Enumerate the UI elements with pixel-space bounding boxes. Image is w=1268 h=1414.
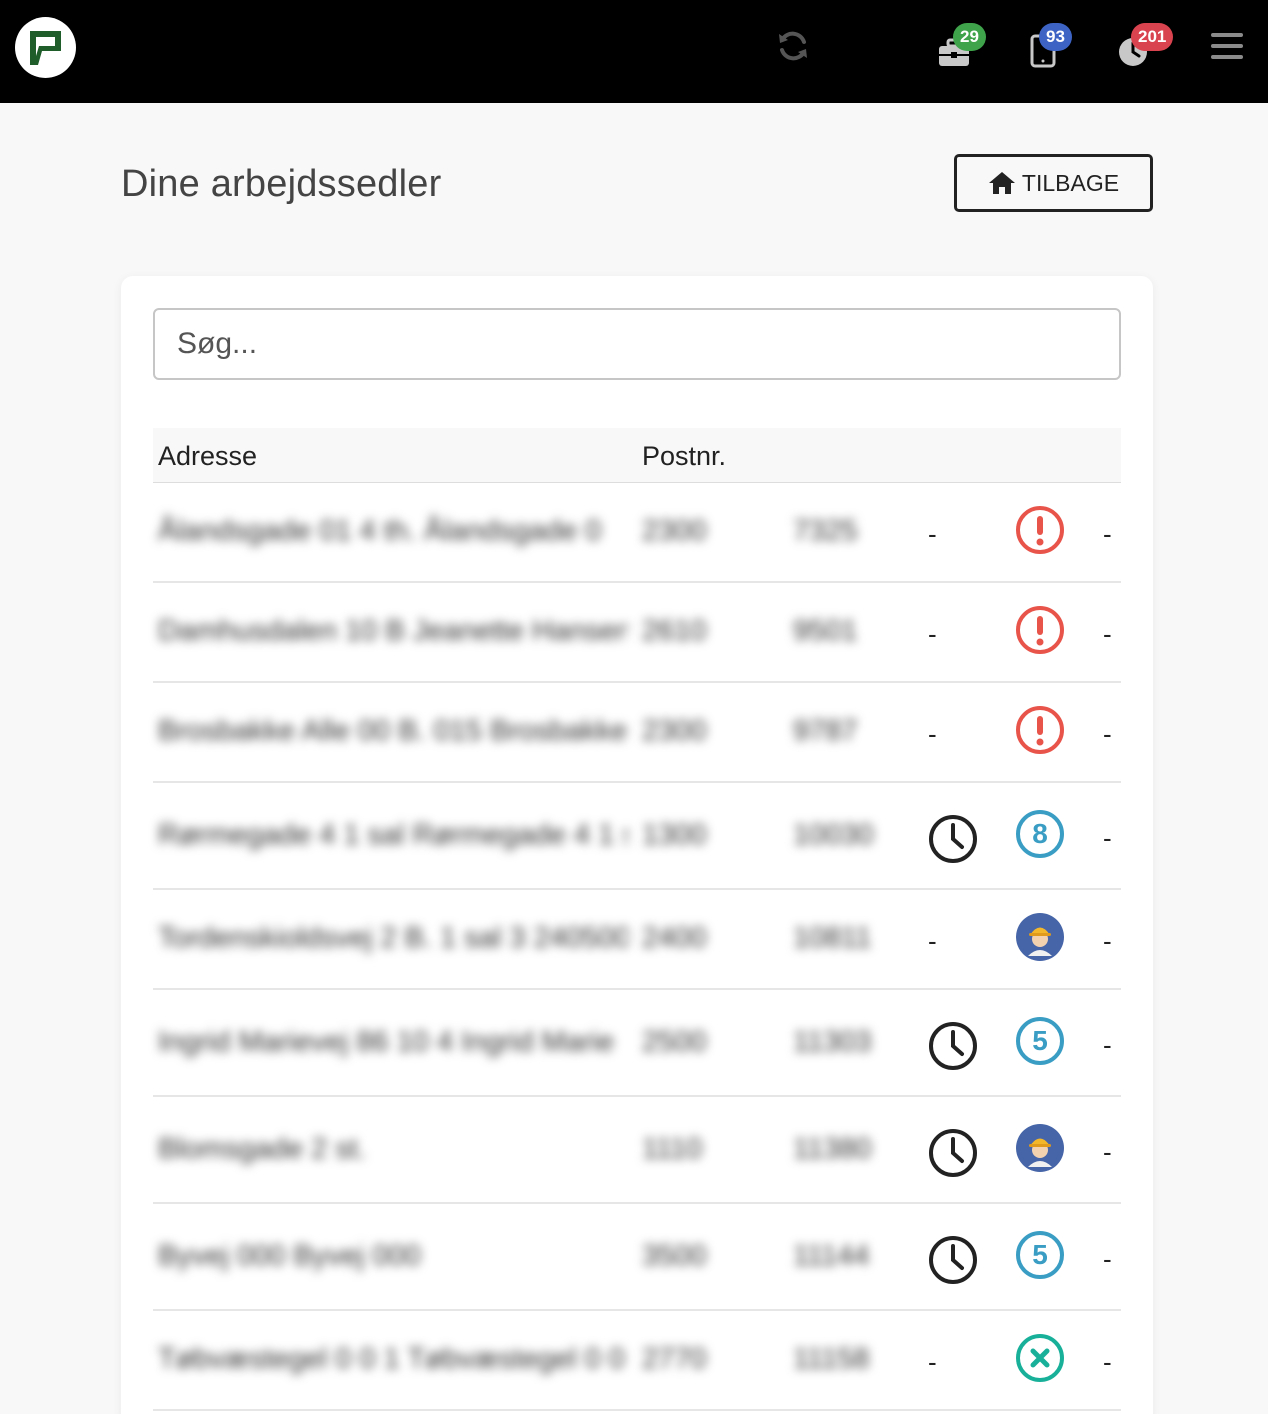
row-postnr: 2400	[642, 922, 707, 954]
clock-icon	[928, 1235, 978, 1290]
row-number: 11303	[793, 1025, 872, 1058]
row-number: 10811	[793, 922, 872, 954]
row-postnr: 1300	[642, 818, 707, 851]
row-time: -	[928, 926, 937, 956]
status-count: 5	[1032, 1238, 1048, 1270]
page-title: Dine arbejdssedler	[121, 163, 442, 205]
row-number: 11158	[793, 1343, 870, 1375]
count-badge-icon[interactable]: 8	[1015, 809, 1065, 864]
row-address: Tøbvæstegel 0 0 1 Tøbvæstegel 0 0 1	[158, 1343, 628, 1375]
alert-icon[interactable]	[1015, 605, 1065, 660]
count-badge-icon[interactable]: 5	[1015, 1230, 1065, 1285]
row-number: 11144	[793, 1239, 870, 1272]
alert-icon[interactable]	[1015, 705, 1065, 760]
back-button-label: TILBAGE	[1021, 169, 1120, 196]
row-postnr: 2770	[642, 1343, 707, 1375]
back-button[interactable]: TILBAGE	[954, 154, 1153, 212]
row-extra: -	[1103, 1243, 1112, 1274]
app-logo[interactable]	[15, 17, 76, 78]
column-header-address[interactable]: Adresse	[158, 441, 257, 472]
top-navbar: 29 93 201	[0, 0, 1268, 103]
row-address: Ingrid Marievej 86 10 4 Ingrid Marie	[158, 1025, 615, 1058]
row-postnr: 2610	[642, 615, 707, 647]
table-row[interactable]: Rørmegade 4 1 sal Rørmegade 4 1 sal 1300 1…	[153, 783, 1121, 890]
table-row[interactable]: Tordenskioldsvej 2 B. 1 sal 3 24050001 24…	[153, 890, 1121, 990]
row-number: 11380	[793, 1132, 872, 1165]
row-number: 7325	[793, 515, 858, 547]
clock-icon	[928, 1128, 978, 1183]
clock-icon	[928, 814, 978, 869]
table-row[interactable]: Blomsgade 2 st. 1110 11380 -	[153, 1097, 1121, 1204]
count-badge-icon[interactable]: 5	[1015, 1016, 1065, 1071]
table-row[interactable]: Tøbvæstegel 0 0 1 Tøbvæstegel 0 0 1 2770 1…	[153, 1311, 1121, 1411]
row-time: -	[928, 719, 937, 749]
logo-mark-icon	[30, 31, 61, 65]
briefcase-badge: 29	[953, 23, 986, 51]
table-row[interactable]: Brosbakke Alle 00 B. 015 Brosbakke 2300 97…	[153, 683, 1121, 783]
row-extra: -	[1103, 1029, 1112, 1060]
table-row[interactable]: Damhusdalen 10 B Jeanette Hansen 2610 9501…	[153, 583, 1121, 683]
row-postnr: 2300	[642, 515, 707, 547]
row-address: Blomsgade 2 st.	[158, 1132, 366, 1165]
row-address: Ålandsgade 01 4 th. Ålandsgade 0	[158, 515, 602, 547]
row-time: -	[928, 519, 937, 549]
worker-icon[interactable]	[1015, 912, 1065, 967]
menu-icon[interactable]	[1210, 31, 1244, 61]
clock-icon	[928, 1021, 978, 1076]
row-number: 10030	[793, 818, 874, 851]
sync-icon[interactable]	[775, 28, 811, 64]
table-row[interactable]: Ingrid Marievej 86 10 4 Ingrid Marie 2500…	[153, 990, 1121, 1097]
status-count: 8	[1032, 817, 1048, 849]
clock-badge: 201	[1131, 23, 1174, 51]
alert-icon[interactable]	[1015, 505, 1065, 560]
column-header-postnr[interactable]: Postnr.	[642, 441, 726, 472]
row-postnr: 2300	[642, 715, 707, 747]
row-extra: -	[1103, 1347, 1112, 1377]
row-extra: -	[1103, 519, 1112, 549]
row-number: 9501	[793, 615, 858, 647]
search-input[interactable]	[153, 308, 1121, 380]
row-postnr: 3500	[642, 1239, 707, 1272]
row-number: 9787	[793, 715, 858, 747]
table-row[interactable]: Byvej 000 Byvej 000 3500 11144 5 -	[153, 1204, 1121, 1311]
tablet-badge: 93	[1039, 23, 1072, 51]
row-address: Damhusdalen 10 B Jeanette Hansen	[158, 615, 628, 647]
row-extra: -	[1103, 719, 1112, 749]
worker-icon[interactable]	[1015, 1123, 1065, 1178]
row-postnr: 1110	[642, 1132, 703, 1165]
row-time: -	[928, 1347, 937, 1377]
status-count: 5	[1032, 1024, 1048, 1056]
cancel-icon[interactable]	[1015, 1333, 1065, 1388]
table-row[interactable]: Ålandsgade 01 4 th. Ålandsgade 0 2300 7325…	[153, 483, 1121, 583]
home-icon	[988, 172, 1015, 194]
row-time: -	[928, 619, 937, 649]
row-extra: -	[1103, 1136, 1112, 1167]
row-extra: -	[1103, 822, 1112, 853]
row-address: Brosbakke Alle 00 B. 015 Brosbakke	[158, 715, 628, 747]
table-header: Adresse Postnr.	[153, 428, 1121, 483]
row-extra: -	[1103, 926, 1112, 956]
row-address: Rørmegade 4 1 sal Rørmegade 4 1 sal	[158, 818, 628, 851]
row-address: Byvej 000 Byvej 000	[158, 1239, 421, 1272]
row-address: Tordenskioldsvej 2 B. 1 sal 3 24050001	[158, 922, 628, 954]
row-postnr: 2500	[642, 1025, 707, 1058]
row-extra: -	[1103, 619, 1112, 649]
worksheet-card: Adresse Postnr. Ålandsgade 01 4 th. Ålan…	[121, 276, 1153, 1414]
